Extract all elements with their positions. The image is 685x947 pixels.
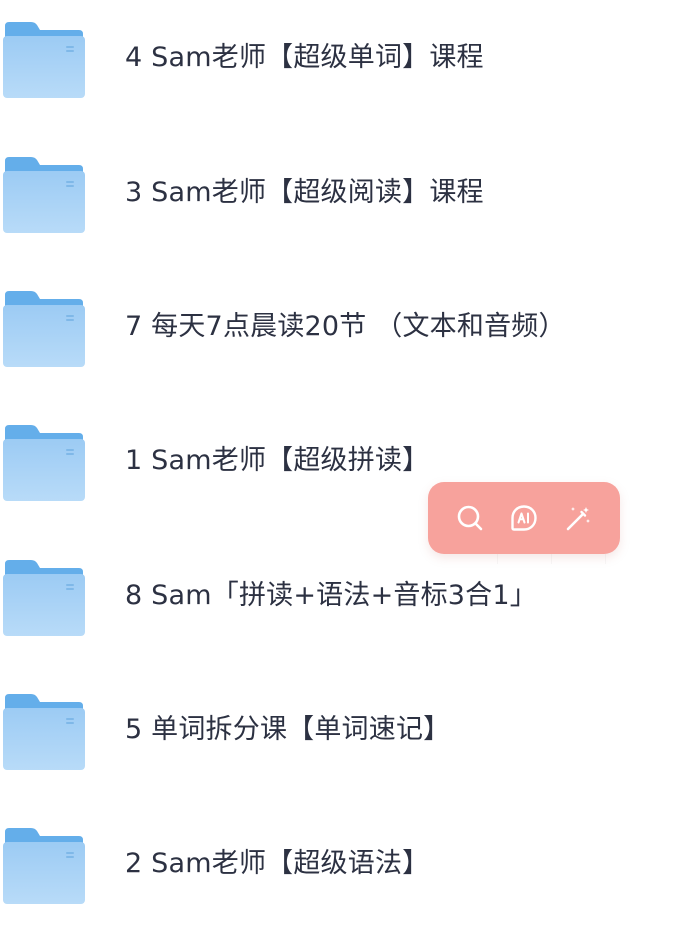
- folder-row[interactable]: 4 Sam老师【超级单词】课程: [0, 22, 685, 112]
- folder-row[interactable]: 3 Sam老师【超级阅读】课程: [0, 157, 685, 247]
- folder-icon: [3, 694, 85, 772]
- folder-name: 7 每天7点晨读20节 （文本和音频）: [125, 311, 566, 342]
- folder-name: 4 Sam老师【超级单词】课程: [125, 42, 484, 73]
- magic-wand-icon: [563, 503, 593, 533]
- folder-icon: [3, 425, 85, 503]
- folder-name: 8 Sam「拼读+语法+音标3合1」: [125, 580, 537, 611]
- folder-name: 3 Sam老师【超级阅读】课程: [125, 177, 484, 208]
- ai-icon: [509, 503, 539, 533]
- toolbar-divider: [497, 554, 498, 564]
- folder-name: 5 单词拆分课【单词速记】: [125, 714, 451, 745]
- folder-icon: [3, 157, 85, 235]
- file-list-page: 4 Sam老师【超级单词】课程 3 Sam老师【超级阅读】课程 7 每天7点晨读…: [0, 0, 685, 947]
- folder-icon: [3, 291, 85, 369]
- folder-name: 1 Sam老师【超级拼读】: [125, 445, 430, 476]
- search-icon: [455, 503, 485, 533]
- folder-icon: [3, 560, 85, 638]
- folder-row[interactable]: 2 Sam老师【超级语法】: [0, 828, 685, 918]
- folder-icon: [3, 22, 85, 100]
- toolbar-divider: [551, 554, 552, 564]
- folder-row[interactable]: 5 单词拆分课【单词速记】: [0, 694, 685, 784]
- search-button[interactable]: [452, 500, 488, 536]
- folder-icon: [3, 828, 85, 906]
- floating-toolbar: [428, 482, 620, 554]
- ai-assistant-button[interactable]: [506, 500, 542, 536]
- folder-row[interactable]: 8 Sam「拼读+语法+音标3合1」: [0, 560, 685, 650]
- folder-row[interactable]: 7 每天7点晨读20节 （文本和音频）: [0, 291, 685, 381]
- magic-button[interactable]: [560, 500, 596, 536]
- folder-name: 2 Sam老师【超级语法】: [125, 848, 430, 879]
- toolbar-divider: [605, 554, 606, 564]
